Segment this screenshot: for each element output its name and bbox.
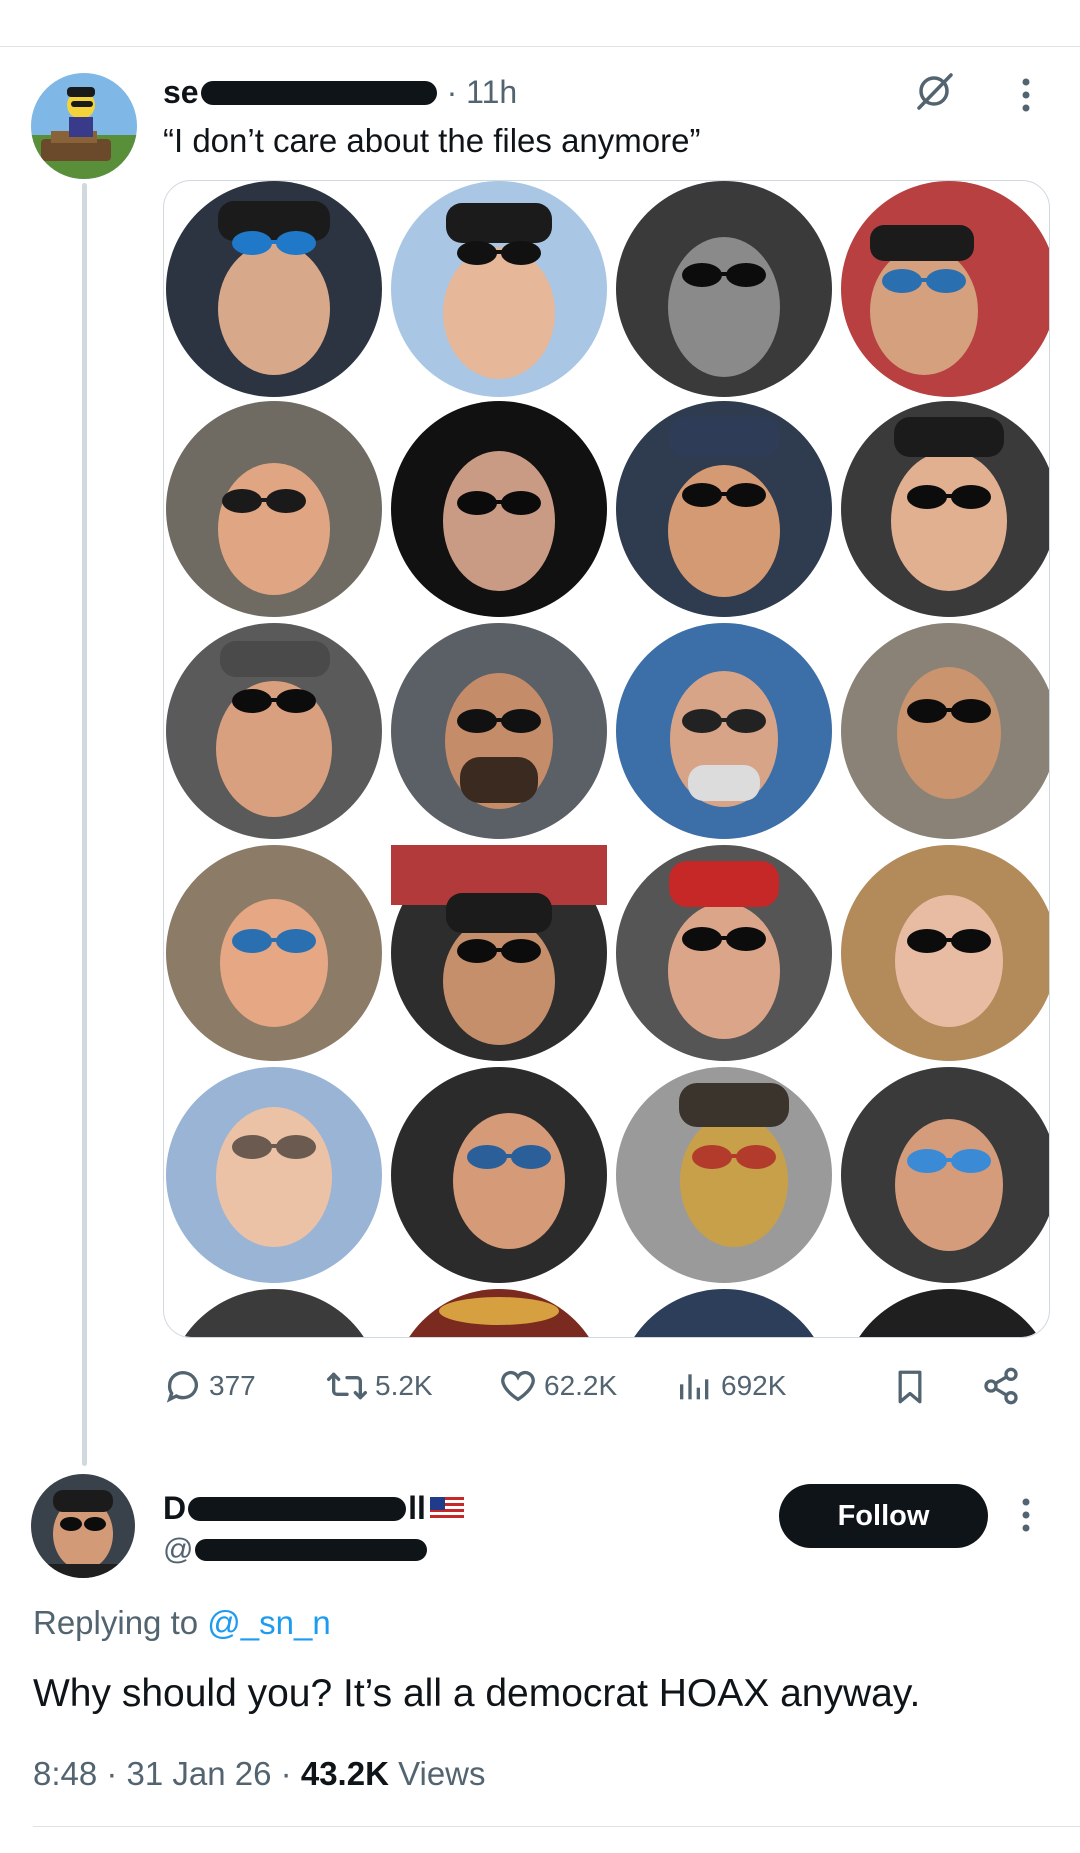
reply-count: 377 [209,1370,256,1401]
profile-photo [391,401,607,617]
reply-meta: 8:48 · 31 Jan 26 · 43.2K Views [33,1755,486,1793]
profile-photo [391,845,607,1061]
follow-button[interactable]: Follow [779,1484,988,1548]
profile-photo [616,845,832,1061]
reply-button[interactable]: 377 [163,1366,256,1406]
us-flag-icon [429,1496,464,1521]
views-count: 692K [721,1370,787,1401]
author-name[interactable]: se [163,74,199,111]
reply-icon [166,1371,198,1403]
repost-button[interactable]: 5.2K [325,1366,433,1406]
reply-author-avatar[interactable] [31,1474,135,1578]
profile-photo [841,181,1049,397]
repost-icon [326,1372,367,1400]
profile-photo [391,181,607,397]
profile-photo [616,181,832,397]
post-text: “I don’t care about the files anymore” [163,122,701,159]
profile-photo [166,401,382,617]
redaction-scribble [188,1496,407,1521]
profile-photo [166,1067,382,1283]
post-header: se · 11h [163,74,517,111]
thread-line [82,183,87,1466]
reply-timestamp[interactable]: 8:48 · 31 Jan 26 · [33,1755,292,1792]
profile-photo [391,623,607,839]
more-vertical-icon[interactable] [1016,76,1036,121]
profile-photo [166,181,382,397]
profile-photo [166,845,382,1061]
profile-photo [841,1289,1049,1337]
profile-photo [166,623,382,839]
replying-to-handle[interactable]: @_sn_n [207,1604,330,1641]
views-icon [680,1374,709,1400]
profile-photo [841,401,1049,617]
action-bar: 377 5.2K 62.2K 692K [163,1362,1048,1412]
reply-author-name[interactable]: D ll [163,1490,464,1527]
profile-photo [616,1067,832,1283]
bookmark-icon [898,1370,922,1404]
more-vertical-icon[interactable] [1016,1496,1036,1541]
reply-views-label: Views [398,1755,486,1792]
redaction-scribble [200,80,437,105]
share-icon [984,1367,1018,1405]
like-button[interactable]: 62.2K [498,1366,617,1406]
reply-header: D ll @ [163,1490,464,1567]
post-image[interactable] [163,180,1050,1338]
bottom-divider [33,1826,1080,1827]
grok-icon[interactable] [913,70,955,117]
profile-photo [391,1067,607,1283]
profile-photo [616,623,832,839]
profile-photo [841,1067,1049,1283]
profile-photo [166,1289,382,1337]
replying-to: Replying to @_sn_n [33,1604,331,1641]
profile-photo [616,401,832,617]
top-divider [0,46,1080,47]
redaction-scribble [195,1539,428,1561]
reply-text: Why should you? It’s all a democrat HOAX… [33,1672,921,1715]
like-count: 62.2K [544,1370,618,1401]
post-time[interactable]: · 11h [447,74,518,111]
profile-photo [841,623,1049,839]
profile-photo [841,845,1049,1061]
share-button[interactable] [981,1366,1027,1406]
views-button[interactable]: 692K [675,1366,786,1406]
profile-photo [616,1289,832,1337]
reply-views-count: 43.2K [300,1755,389,1792]
heart-icon [501,1370,535,1402]
bookmark-button[interactable] [892,1367,934,1407]
author-avatar[interactable] [31,73,137,179]
profile-photo [391,1289,607,1337]
reply-author-handle[interactable]: @ [163,1533,464,1567]
repost-count: 5.2K [375,1370,433,1401]
